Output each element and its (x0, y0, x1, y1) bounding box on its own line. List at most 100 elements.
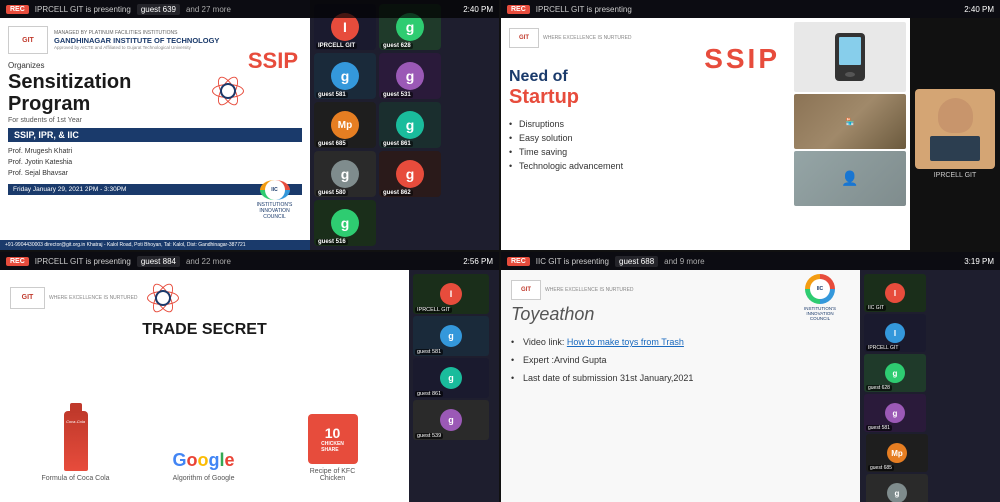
slide-bl: GIT WHERE EXCELLENCE IS NURTURED TRADE S… (0, 270, 409, 502)
webcam-tr: IPRCELL GIT (910, 18, 1000, 250)
for-students: For students of 1st Year (8, 117, 302, 124)
panel-br-header: REC IIC GIT is presenting guest 688 and … (501, 252, 1000, 270)
git-tagline-bl: WHERE EXCELLENCE IS NURTURED (49, 295, 138, 301)
thumb-area-br: I IIC GIT I IPRCELL GIT g guest 628 g gu… (860, 270, 1000, 502)
thumb-br-628: g guest 628 (864, 354, 926, 392)
panel-tl-header: REC IPRCELL GIT is presenting guest 639 … (0, 0, 499, 18)
toy-bullet-3: Last date of submission 31st January,202… (511, 369, 850, 387)
warehouse-img: 🏪 (794, 94, 906, 149)
thumb-area-tl: I IPRCELL GIT g guest 628 g guest 581 g … (310, 0, 499, 250)
phone-icon (835, 33, 865, 81)
main-grid: REC IPRCELL GIT is presenting guest 639 … (0, 0, 1000, 502)
toy-bullet-2: Expert :Arvind Gupta (511, 351, 850, 369)
thumb-581: g guest 581 (314, 53, 376, 99)
slide-tl: GIT MANAGED BY PLATINUM FACILITIES INSTI… (0, 18, 310, 250)
time-tr: 2:40 PM (964, 5, 994, 14)
thumb-br-685: Mp guest 685 (866, 434, 928, 472)
panel-bottom-right: REC IIC GIT is presenting guest 688 and … (501, 252, 1000, 502)
coca-cola-bottle: Coca-Cola (64, 411, 88, 471)
thumb-bl-581: g guest 581 (413, 316, 489, 356)
toyeathon-title: Toyeathon (511, 304, 634, 325)
git-logo-tr: GIT (509, 28, 539, 48)
git-logo-bl: GIT (10, 287, 45, 309)
bullet-list-tr: Disruptions Easy solution Time saving Te… (509, 117, 782, 173)
git-logo-br: GIT (511, 280, 541, 300)
thumb-br-iic: I IIC GIT (864, 274, 926, 312)
contact-bar-tl: +91-9904430003 director@git.org.in Khatr… (0, 240, 310, 250)
thumb-861: g guest 861 (379, 102, 441, 148)
time-tl: 2:40 PM (463, 5, 493, 14)
presenting-label-tr: IPRCELL GIT is presenting (536, 5, 632, 14)
startup-text: Startup (509, 86, 782, 109)
bullet-3: Time saving (509, 145, 782, 159)
atom-icon-tl (210, 73, 245, 108)
guest-count-br: guest 688 (615, 256, 658, 267)
slide-tr: GIT WHERE EXCELLENCE IS NURTURED SSIP Ne… (501, 18, 910, 250)
panel-tr-header: REC IPRCELL GIT is presenting 2:40 PM (501, 0, 1000, 18)
kfc-num: 10 (325, 425, 341, 441)
person-img: 👤 (794, 151, 906, 206)
rec-badge-bl: REC (6, 257, 29, 266)
toy-bullets: Video link: How to make toys from Trash … (511, 333, 850, 492)
more-label-bl: and 22 more (186, 257, 231, 266)
presenting-label-tl: IPRCELL GIT is presenting (35, 5, 131, 14)
face-head (938, 98, 973, 133)
thumb-516: g guest 516 (314, 200, 376, 246)
webcam-label: IPRCELL GIT (934, 172, 977, 179)
slide-tr-content: GIT WHERE EXCELLENCE IS NURTURED SSIP Ne… (501, 18, 790, 250)
thumb-580: g guest 580 (314, 151, 376, 197)
professors-tl: Prof. Mrugesh Khatri Prof. Jyotin Katesh… (8, 146, 302, 180)
video-link[interactable]: How to make toys from Trash (567, 337, 684, 347)
toy-bullet-1: Video link: How to make toys from Trash (511, 333, 850, 351)
face-body (930, 136, 980, 161)
ssip-tr: SSIP (704, 43, 780, 75)
tags-box: SSIP, IPR, & IIC (8, 128, 302, 142)
panel-top-right: REC IPRCELL GIT is presenting 2:40 PM GI… (501, 0, 1000, 250)
rec-badge-tr: REC (507, 5, 530, 14)
toyeathon-header: GIT WHERE EXCELLENCE IS NURTURED Toyeath… (511, 280, 850, 325)
kfc-item: 10 CHICKENSHARE Recipe of KFC Chicken (298, 414, 368, 482)
ssip-label-tl: SSIP (248, 48, 298, 74)
trade-secret-title: TRADE SECRET (10, 321, 399, 339)
webcam-face (915, 89, 995, 169)
thumb-br-581: g guest 581 (864, 394, 926, 432)
thumb-br-iprcell: I IPRCELL GIT (864, 314, 926, 352)
thumb-bl-iprcell: I IPRCELL GIT (413, 274, 489, 314)
presenting-label-bl: IPRCELL GIT is presenting (35, 257, 131, 266)
iic-text-br: INSTITUTION'SINNOVATIONCOUNCIL (804, 306, 836, 321)
thumb-bl-539: g guest 539 (413, 400, 489, 440)
git-logo-bl-header: GIT WHERE EXCELLENCE IS NURTURED (10, 280, 399, 315)
thumb-br-col1: I IIC GIT I IPRCELL GIT g guest 628 g gu… (864, 274, 996, 432)
thumb-br-580: g guest 580 (866, 474, 928, 502)
iic-circle-br: IIC (805, 274, 835, 304)
bullet-1: Disruptions (509, 117, 782, 131)
panel-bottom-left: REC IPRCELL GIT is presenting guest 884 … (0, 252, 499, 502)
more-label-br: and 9 more (664, 257, 704, 266)
google-caption: Algorithm of Google (173, 475, 235, 482)
git-info-tl: MANAGED BY PLATINUM FACILITIES INSTITUTI… (54, 30, 302, 50)
presenting-label-br: IIC GIT is presenting (536, 257, 609, 266)
guest-count-bl: guest 884 (137, 256, 180, 267)
thumb-bl-861: g guest 861 (413, 358, 489, 398)
bullet-2: Easy solution (509, 131, 782, 145)
atom-icon-bl (146, 280, 181, 315)
kfc-text: CHICKENSHARE (321, 441, 344, 453)
panel-top-left: REC IPRCELL GIT is presenting guest 639 … (0, 0, 499, 250)
google-item: Google Algorithm of Google (173, 450, 235, 482)
phone-img (794, 22, 906, 92)
sensitization-title: Sensitization (8, 71, 302, 93)
rec-badge-br: REC (507, 257, 530, 266)
google-logo: Google (173, 450, 235, 471)
thumb-area-bl: I IPRCELL GIT g guest 581 g guest 861 g … (409, 270, 499, 502)
trade-items: Coca-Cola Formula of Coca Cola Google Al… (10, 349, 399, 492)
iic-logo-tl: IIC INSTITUTION'SINNOVATIONCOUNCIL (247, 180, 302, 220)
thumb-531: g guest 531 (379, 53, 441, 99)
rec-badge-tl: REC (6, 5, 29, 14)
git-tagline-tr: WHERE EXCELLENCE IS NURTURED (543, 35, 632, 41)
program-title: Program (8, 93, 302, 115)
thumb-mp-bl: Mp guest 685 (314, 102, 376, 148)
thumb-862: g guest 862 (379, 151, 441, 197)
institute-name: GANDHINAGAR INSTITUTE OF TECHNOLOGY (54, 36, 302, 45)
guest-count-tl: guest 639 (137, 4, 180, 15)
bullet-4: Technologic advancement (509, 159, 782, 173)
